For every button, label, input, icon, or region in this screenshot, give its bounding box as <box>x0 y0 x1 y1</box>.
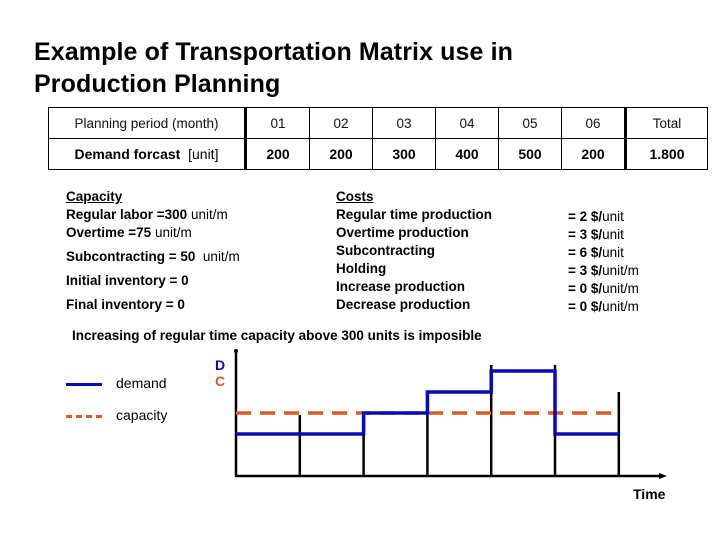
y-axis-arrow-icon <box>234 349 238 353</box>
demand-capacity-chart: DC Time <box>215 349 667 502</box>
y-label-capacity: C <box>215 373 225 389</box>
x-axis-arrow-icon <box>659 473 667 479</box>
x-axis-label: Time <box>633 486 666 502</box>
y-label-demand: D <box>215 357 225 373</box>
